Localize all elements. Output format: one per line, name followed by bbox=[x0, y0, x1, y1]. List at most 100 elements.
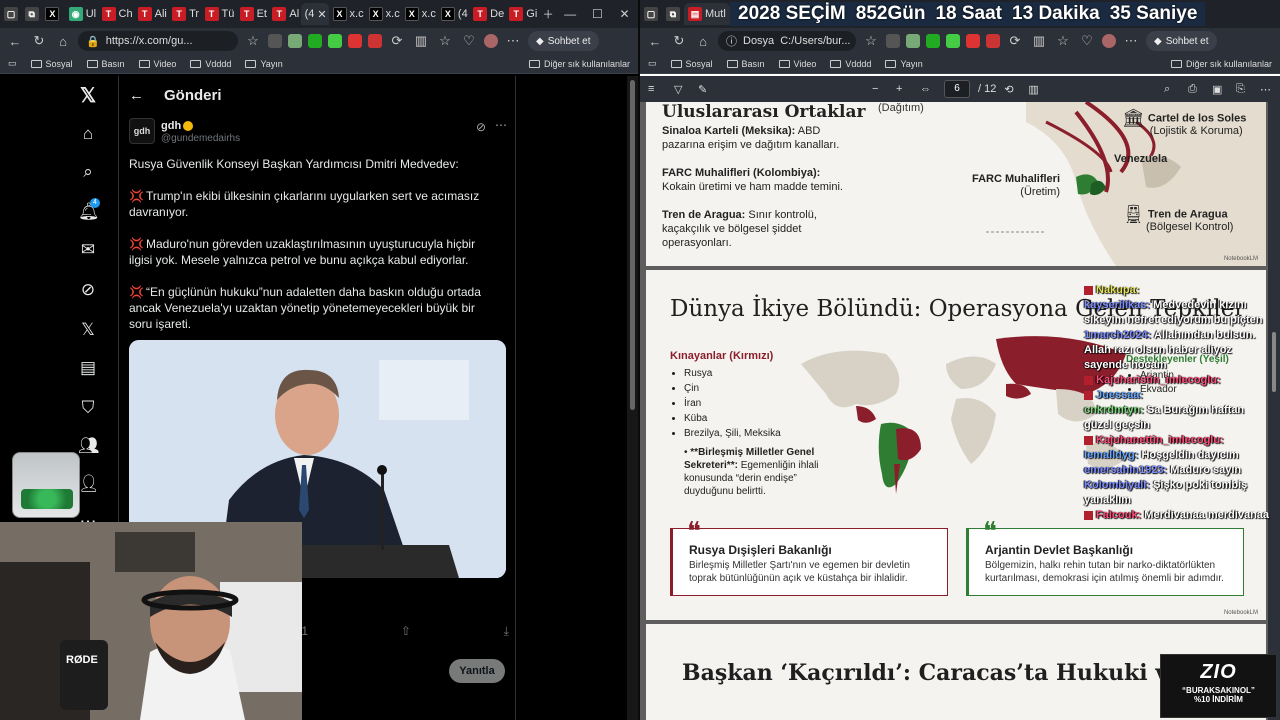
rotate-icon[interactable]: ⟲ bbox=[1004, 83, 1028, 96]
tab-vertical[interactable]: ⧉ bbox=[662, 3, 684, 25]
extensions-puzzle-icon[interactable]: ⟳ bbox=[1006, 33, 1024, 49]
messages-icon[interactable]: ✉ bbox=[78, 240, 98, 260]
profile-avatar[interactable] bbox=[484, 34, 498, 48]
favorites-icon[interactable]: ☆ bbox=[436, 33, 454, 49]
tab-xc-3[interactable]: Xx.c bbox=[401, 3, 437, 25]
download-icon[interactable]: ⤓ bbox=[504, 624, 509, 639]
premium-x-icon[interactable]: 𝕏 bbox=[78, 320, 98, 340]
bookmark-folder[interactable]: Basın bbox=[726, 59, 765, 69]
profile-icon[interactable]: 👤︎ bbox=[78, 474, 100, 494]
bookmark-folder[interactable]: Sosyal bbox=[30, 59, 73, 69]
extension-icon[interactable] bbox=[906, 34, 920, 48]
reply-button[interactable]: Yanıtla bbox=[449, 659, 505, 683]
bookmark-folder[interactable]: Video bbox=[138, 59, 176, 69]
grok-icon[interactable]: ⊘ bbox=[78, 280, 98, 300]
split-screen-icon[interactable]: ▥ bbox=[412, 33, 430, 49]
tab-gi[interactable]: T Gi bbox=[505, 3, 538, 25]
tab-de[interactable]: T De bbox=[469, 3, 505, 25]
back-icon[interactable]: ← bbox=[6, 34, 24, 49]
bookmark-other-folder[interactable]: Diğer sık kullanılanlar bbox=[1170, 59, 1272, 69]
avatar[interactable]: gdh bbox=[129, 118, 155, 144]
tab-xc-2[interactable]: Xx.c bbox=[365, 3, 401, 25]
close-icon[interactable]: ✕ bbox=[317, 8, 326, 21]
heart-icon[interactable]: ♡ bbox=[460, 33, 478, 49]
extension-icon[interactable] bbox=[288, 34, 302, 48]
page-number-input[interactable]: 6 bbox=[944, 80, 970, 98]
bookmark-folder[interactable]: Yayın bbox=[885, 59, 923, 69]
tab-ul[interactable]: ◉ Ul bbox=[65, 3, 98, 25]
more-icon[interactable]: ⋯ bbox=[504, 33, 522, 49]
tab-vertical[interactable]: ⧉ bbox=[21, 3, 42, 25]
tab-pdf[interactable]: ▤ Mutl bbox=[684, 3, 730, 25]
tab-ali[interactable]: T Ali bbox=[134, 3, 168, 25]
extension-icon[interactable] bbox=[926, 34, 940, 48]
new-tab-button[interactable]: ＋ bbox=[539, 3, 557, 25]
extension-icon[interactable] bbox=[966, 34, 980, 48]
bookmark-folder[interactable]: Vdddd bbox=[830, 59, 871, 69]
grok-explain-icon[interactable]: ⊘ bbox=[476, 120, 486, 134]
zoom-in-icon[interactable]: + bbox=[896, 83, 920, 95]
favorite-star-icon[interactable]: ☆ bbox=[244, 33, 262, 49]
refresh-icon[interactable]: ↻ bbox=[670, 33, 688, 49]
scrollbar-thumb[interactable] bbox=[630, 80, 635, 410]
home-icon[interactable]: ⌂ bbox=[54, 34, 72, 49]
save-as-icon[interactable]: ⎘ bbox=[1236, 83, 1260, 96]
communities-icon[interactable]: 👥︎ bbox=[78, 436, 100, 456]
copilot-button[interactable]: ◆ Sohbet et bbox=[528, 31, 599, 51]
bookmark-other-folder[interactable]: Diğer sık kullanılanlar bbox=[528, 59, 630, 69]
print-icon[interactable]: ⎙ bbox=[1188, 83, 1212, 96]
heart-icon[interactable]: ♡ bbox=[1078, 33, 1096, 49]
zoom-out-icon[interactable]: − bbox=[872, 83, 896, 95]
tab-tu[interactable]: T Tü bbox=[201, 3, 236, 25]
extension-icon[interactable] bbox=[348, 34, 362, 48]
more-icon[interactable]: ⋯ bbox=[1122, 33, 1140, 49]
maximize-button[interactable]: ☐ bbox=[584, 7, 611, 21]
split-screen-icon[interactable]: ▥ bbox=[1030, 33, 1048, 49]
extension-icon[interactable] bbox=[886, 34, 900, 48]
bookmark-folder[interactable]: Yayın bbox=[245, 59, 283, 69]
address-bar[interactable]: 🔒 https://x.com/gu... bbox=[78, 31, 238, 51]
extension-icon[interactable] bbox=[368, 34, 382, 48]
workspace-button[interactable]: ▢ bbox=[0, 3, 21, 25]
favorites-icon[interactable]: ☆ bbox=[1054, 33, 1072, 49]
fit-page-icon[interactable]: ⇔ bbox=[920, 83, 944, 95]
two-page-icon[interactable]: ▥ bbox=[1028, 83, 1052, 96]
window-close-button[interactable]: ✕ bbox=[611, 7, 638, 21]
user-handle[interactable]: @gundemedairhs bbox=[161, 133, 240, 144]
save-icon[interactable]: ▣ bbox=[1212, 83, 1236, 96]
minimize-button[interactable]: — bbox=[557, 7, 584, 21]
bookmark-folder[interactable]: Basın bbox=[86, 59, 125, 69]
search-icon[interactable]: ⌕ bbox=[78, 162, 98, 182]
extension-icon[interactable] bbox=[986, 34, 1000, 48]
favorite-star-icon[interactable]: ☆ bbox=[862, 33, 880, 49]
tab-x-1[interactable]: X bbox=[41, 3, 64, 25]
highlight-icon[interactable]: ▽ bbox=[674, 83, 698, 96]
notifications-icon[interactable]: 🔔︎ 4 bbox=[78, 198, 100, 222]
tab-4[interactable]: X (4 bbox=[437, 3, 469, 25]
lists-icon[interactable]: ▤ bbox=[78, 358, 98, 378]
bookmarks-icon[interactable]: ⛉ bbox=[78, 398, 98, 418]
tab-tr[interactable]: T Tr bbox=[168, 3, 200, 25]
contents-icon[interactable]: ≡ bbox=[648, 83, 668, 95]
search-icon[interactable]: ⌕ bbox=[1164, 83, 1188, 96]
bookmark-folder[interactable]: Vdddd bbox=[190, 59, 231, 69]
post-more-icon[interactable]: ⋯ bbox=[495, 118, 507, 132]
extension-icon[interactable] bbox=[946, 34, 960, 48]
extensions-puzzle-icon[interactable]: ⟳ bbox=[388, 33, 406, 49]
share-icon[interactable]: ⇧ bbox=[401, 624, 411, 639]
more-icon[interactable]: ⋯ bbox=[1260, 83, 1280, 96]
bookmark-apps[interactable]: ▭ bbox=[8, 58, 17, 69]
profile-avatar[interactable] bbox=[1102, 34, 1116, 48]
bookmark-apps[interactable]: ▭ bbox=[648, 58, 657, 69]
bookmark-folder[interactable]: Sosyal bbox=[670, 59, 713, 69]
home-icon[interactable]: ⌂ bbox=[694, 34, 712, 49]
extension-icon[interactable] bbox=[268, 34, 282, 48]
refresh-icon[interactable]: ↻ bbox=[30, 33, 48, 49]
home-icon[interactable]: ⌂ bbox=[78, 124, 98, 144]
back-arrow-icon[interactable]: ← bbox=[129, 87, 144, 104]
draw-icon[interactable]: ✎ bbox=[698, 83, 722, 96]
x-logo-icon[interactable]: 𝕏 bbox=[78, 86, 98, 106]
page-scrollbar[interactable] bbox=[627, 76, 638, 720]
extension-icon[interactable] bbox=[308, 34, 322, 48]
user-name[interactable]: gdh bbox=[161, 120, 194, 132]
